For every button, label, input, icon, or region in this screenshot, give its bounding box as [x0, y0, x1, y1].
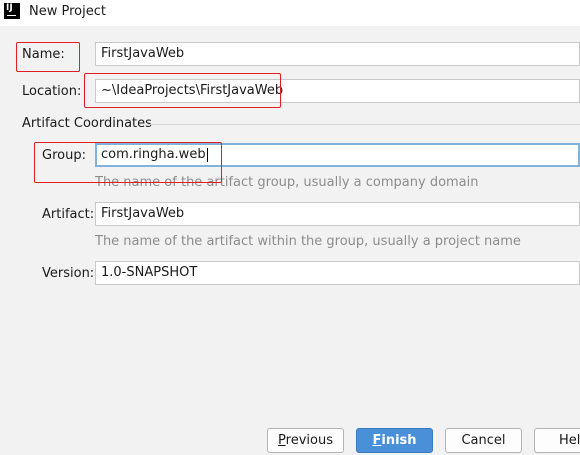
version-label: Version: — [42, 266, 95, 281]
version-input-value: 1.0-SNAPSHOT — [101, 265, 198, 280]
group-annotation-box — [34, 142, 222, 183]
previous-label: revious — [285, 433, 333, 448]
previous-button[interactable]: Previous — [267, 428, 344, 453]
window-title: New Project — [29, 4, 106, 19]
version-input[interactable]: 1.0-SNAPSHOT — [95, 261, 580, 285]
new-project-dialog: IJ New Project Name: FirstJavaWeb Locati… — [0, 0, 580, 455]
finish-label: inish — [381, 433, 417, 448]
location-label: Location: — [22, 84, 82, 99]
artifact-hint: The name of the artifact within the grou… — [95, 234, 521, 249]
location-annotation-box — [84, 73, 281, 108]
finish-button[interactable]: Finish — [356, 428, 433, 453]
artifact-label: Artifact: — [42, 207, 95, 222]
previous-mnemonic: P — [278, 433, 286, 448]
intellij-idea-icon: IJ — [4, 3, 20, 19]
artifact-coordinates-title: Artifact Coordinates — [22, 116, 152, 131]
section-divider — [146, 124, 580, 125]
name-annotation-box — [16, 42, 80, 72]
help-button[interactable]: Help — [534, 428, 580, 453]
name-input[interactable]: FirstJavaWeb — [95, 42, 580, 66]
name-input-value: FirstJavaWeb — [101, 46, 185, 61]
artifact-input-value: FirstJavaWeb — [101, 206, 185, 221]
artifact-input[interactable]: FirstJavaWeb — [95, 202, 580, 226]
cancel-button[interactable]: Cancel — [445, 428, 522, 453]
title-bar: IJ New Project — [0, 0, 580, 26]
